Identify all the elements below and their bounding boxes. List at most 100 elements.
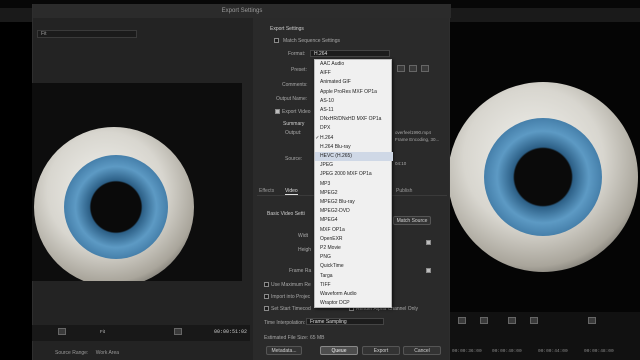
fit-dropdown[interactable]: Fit xyxy=(100,329,105,334)
format-menu-item[interactable]: MPEG2 Blu-ray xyxy=(315,198,393,207)
source-label: Source: xyxy=(285,156,303,162)
mark-in-icon[interactable] xyxy=(458,317,466,324)
format-menu-item[interactable]: P2 Movie xyxy=(315,244,393,253)
import-project-checkbox[interactable] xyxy=(264,294,269,299)
preview-transport: Fit 00:00:51:02 xyxy=(32,325,250,341)
format-menu-item[interactable]: Waveform Audio xyxy=(315,290,393,299)
queue-button[interactable]: Queue xyxy=(320,346,358,355)
format-menu-item-label: H.264 Blu-ray xyxy=(320,143,351,150)
tab-video[interactable]: Video xyxy=(285,188,298,195)
format-menu-item[interactable]: MXF OP1a xyxy=(315,226,393,235)
import-preset-icon[interactable] xyxy=(409,65,417,72)
format-menu-item-label: HEVC (H.265) xyxy=(320,153,352,159)
format-menu-item[interactable]: JPEG xyxy=(315,161,393,170)
metadata-button[interactable]: Metadata... xyxy=(266,346,302,355)
use-max-render-label: Use Maximum Re xyxy=(271,282,311,288)
export-button[interactable]: Export xyxy=(362,346,400,355)
tab-effects[interactable]: Effects xyxy=(259,188,274,194)
checkmark-icon: ✓ xyxy=(315,134,320,141)
format-menu-item[interactable]: JPEG 2000 MXF OP1a xyxy=(315,170,393,179)
step-forward-icon[interactable] xyxy=(530,317,538,324)
width-checkbox[interactable] xyxy=(426,240,431,245)
format-menu-item[interactable]: AIFF xyxy=(315,69,393,78)
format-menu-item[interactable]: Targa xyxy=(315,272,393,281)
format-menu-item[interactable]: HEVC (H.265) xyxy=(315,152,393,162)
save-preset-icon[interactable] xyxy=(397,65,405,72)
preset-label: Preset: xyxy=(291,67,307,73)
format-menu-item[interactable]: DPX xyxy=(315,124,393,133)
format-menu-item-label: MXF OP1a xyxy=(320,226,345,233)
summary-label[interactable]: Summary xyxy=(283,121,304,127)
step-back-icon[interactable] xyxy=(480,317,488,324)
crop-icon[interactable] xyxy=(174,328,182,335)
format-menu-item[interactable]: QuickTime xyxy=(315,262,393,271)
output-path: overfeel1990.mp4 xyxy=(395,130,432,135)
export-video-checkbox[interactable] xyxy=(275,109,280,114)
format-menu-item[interactable]: AAC Audio xyxy=(315,60,393,69)
format-menu-item-label: MPEG2 Blu-ray xyxy=(320,199,355,205)
height-label: Heigh xyxy=(298,247,312,253)
format-menu-item[interactable]: ✓ H.264 xyxy=(315,134,393,143)
format-menu-item[interactable]: MPEG2-DVD xyxy=(315,207,393,216)
format-dropdown-menu: AAC Audio AIFF Animated GIF Apple ProRes MX… xyxy=(314,59,393,308)
tl-time-1: 00:00:40:00 xyxy=(492,349,522,354)
source-range: Source Range: Work Area xyxy=(55,350,119,356)
source-scale-dropdown[interactable]: Fit xyxy=(37,30,137,38)
format-menu-item[interactable]: AS-11 xyxy=(315,106,393,115)
time-interp-select[interactable]: Frame Sampling xyxy=(306,318,384,325)
time-interp-value: Frame Sampling xyxy=(310,319,347,325)
format-menu-item-label: AS-10 xyxy=(320,97,334,104)
iris-left xyxy=(64,155,168,259)
format-menu-item-label: JPEG 2000 MXF OP1a xyxy=(320,171,372,178)
tab-publish[interactable]: Publish xyxy=(396,188,412,194)
camera-icon[interactable] xyxy=(588,317,596,324)
frame-rate-checkbox[interactable] xyxy=(426,268,431,273)
format-menu-item[interactable]: DNxHR/DNxHD MXF OP1a xyxy=(315,115,393,124)
format-menu-item[interactable]: PNG xyxy=(315,253,393,262)
mark-out-icon[interactable] xyxy=(58,328,66,335)
format-menu-item-label: OpenEXR xyxy=(320,235,343,242)
use-max-render-checkbox[interactable] xyxy=(264,282,269,287)
format-menu-item-label: AIFF xyxy=(320,70,331,77)
format-menu-item[interactable]: AS-10 xyxy=(315,97,393,106)
set-start-timecode-label: Set Start Timecod xyxy=(271,306,311,312)
play-icon[interactable] xyxy=(508,317,516,324)
output-name-label: Output Name: xyxy=(276,96,308,102)
width-label: Widt xyxy=(298,233,308,239)
time-interp-label: Time Interpolation: xyxy=(264,320,306,326)
export-preview xyxy=(32,83,242,281)
preview-timecode: 00:00:51:02 xyxy=(214,329,248,335)
delete-preset-icon[interactable] xyxy=(421,65,429,72)
program-monitor xyxy=(450,22,640,312)
format-menu-item-label: Apple ProRes MXF OP1a xyxy=(320,88,377,95)
output-detail: Frame Encoding, 30... xyxy=(395,137,440,142)
format-menu-item-label: JPEG xyxy=(320,162,334,169)
match-sequence-checkbox[interactable] xyxy=(274,38,279,43)
format-menu-item[interactable]: Wraptor DCP xyxy=(315,299,393,308)
match-source-button[interactable]: Match Source xyxy=(393,216,431,225)
format-menu-item-label: MP3 xyxy=(320,180,331,187)
frame-rate-label: Frame Ra xyxy=(289,268,312,274)
cancel-button[interactable]: Cancel xyxy=(403,346,441,355)
format-menu-item[interactable]: MP3 xyxy=(315,180,393,189)
format-menu-item-label: MPEG2-DVD xyxy=(320,208,350,215)
format-menu-item[interactable]: MPEG2 xyxy=(315,189,393,198)
format-menu-item-label: Targa xyxy=(320,272,333,279)
format-menu-item[interactable]: TIFF xyxy=(315,281,393,290)
format-select[interactable]: H.264 xyxy=(310,50,390,57)
tl-time-3: 00:00:48:00 xyxy=(584,349,614,354)
format-value: H.264 xyxy=(314,51,328,57)
basic-video-settings-label[interactable]: Basic Video Setti xyxy=(267,211,305,217)
export-settings-section[interactable]: Export Settings xyxy=(270,26,304,32)
output-label: Output: xyxy=(285,130,302,136)
source-range-value[interactable]: Work Area xyxy=(96,350,119,356)
format-menu-item[interactable]: Apple ProRes MXF OP1a xyxy=(315,88,393,97)
format-menu-item[interactable]: OpenEXR xyxy=(315,235,393,244)
format-menu-item[interactable]: H.264 Blu-ray xyxy=(315,143,393,152)
format-label: Format: xyxy=(288,51,306,57)
format-menu-item[interactable]: MPEG4 xyxy=(315,216,393,225)
set-start-timecode-checkbox[interactable] xyxy=(264,306,269,311)
format-menu-item-label: DPX xyxy=(320,125,331,132)
format-menu-item-label: MPEG4 xyxy=(320,217,338,224)
format-menu-item[interactable]: Animated GIF xyxy=(315,78,393,87)
